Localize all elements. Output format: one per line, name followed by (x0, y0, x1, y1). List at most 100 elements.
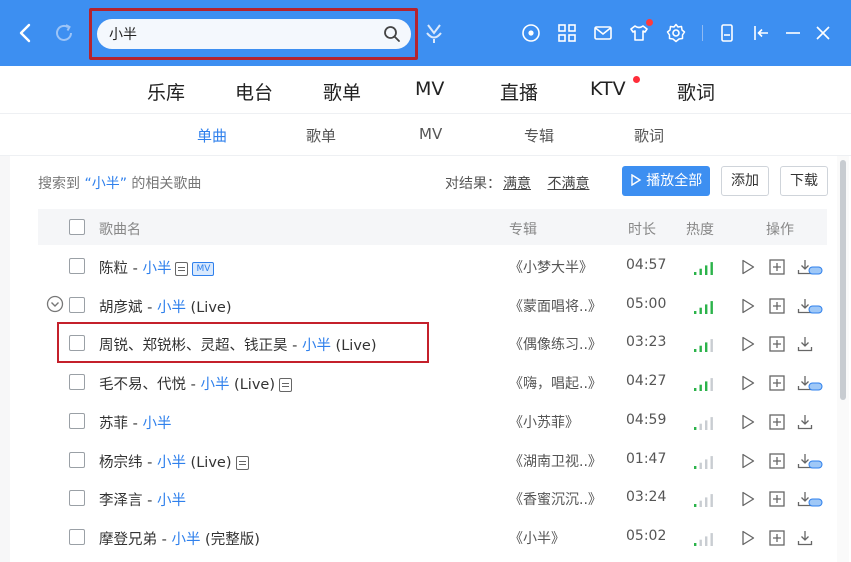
add-to-list-icon[interactable] (768, 413, 786, 431)
subtab-playlists[interactable]: 歌单 (306, 125, 336, 146)
feedback-satisfied-link[interactable]: 满意 (503, 176, 531, 192)
mini-mode-icon[interactable] (716, 22, 738, 44)
download-song-icon[interactable] (796, 374, 824, 392)
download-song-icon[interactable] (796, 529, 814, 547)
add-to-list-icon[interactable] (768, 490, 786, 508)
table-row[interactable]: 杨宗纬 - 小半 (Live) 《湖南卫视..》 01:47 (38, 441, 827, 480)
add-to-list-icon[interactable] (768, 335, 786, 353)
download-song-icon[interactable] (796, 490, 824, 508)
tab-library[interactable]: 乐库 (147, 78, 185, 105)
play-song-icon[interactable] (739, 490, 757, 508)
close-icon[interactable] (812, 22, 834, 44)
song-artist[interactable]: 摩登兄弟 (99, 532, 157, 548)
search-icon[interactable] (383, 25, 401, 43)
tab-ktv[interactable]: KTV (590, 78, 626, 100)
settings-gear-icon[interactable] (665, 22, 687, 44)
expand-versions-icon[interactable] (46, 295, 64, 313)
mail-icon[interactable] (592, 22, 614, 44)
header-duration[interactable]: 时长 (628, 219, 656, 239)
play-song-icon[interactable] (739, 297, 757, 315)
play-song-icon[interactable] (739, 335, 757, 353)
apps-grid-icon[interactable] (556, 22, 578, 44)
add-to-list-icon[interactable] (768, 374, 786, 392)
table-row[interactable]: 苏菲 - 小半 《小苏菲》 04:59 (38, 402, 827, 441)
download-song-icon[interactable] (796, 413, 814, 431)
table-row[interactable]: 李泽言 - 小半 《香蜜沉沉..》 03:24 (38, 479, 827, 518)
play-song-icon[interactable] (739, 413, 757, 431)
minimize-icon[interactable] (782, 22, 804, 44)
song-album[interactable]: 《偶像练习..》 (509, 334, 602, 354)
play-song-icon[interactable] (739, 452, 757, 470)
add-button[interactable]: 添加 (721, 166, 769, 196)
tab-playlists[interactable]: 歌单 (323, 78, 361, 105)
song-name[interactable]: 小半 (171, 532, 200, 548)
row-checkbox[interactable] (69, 490, 85, 507)
tab-live[interactable]: 直播 (500, 78, 538, 105)
song-name[interactable]: 小半 (157, 300, 186, 316)
row-checkbox[interactable] (69, 528, 85, 545)
download-song-icon[interactable] (796, 335, 814, 353)
song-name[interactable]: 小半 (157, 493, 186, 509)
tab-mv[interactable]: MV (415, 78, 444, 100)
subtab-albums[interactable]: 专辑 (524, 125, 554, 146)
song-artist[interactable]: 陈粒 (99, 261, 128, 277)
song-album[interactable]: 《嗨，唱起..》 (509, 373, 602, 393)
song-album[interactable]: 《小苏菲》 (509, 412, 579, 432)
download-button[interactable]: 下载 (780, 166, 828, 196)
song-artist[interactable]: 李泽言 (99, 493, 143, 509)
song-artist[interactable]: 胡彦斌 (99, 300, 143, 316)
song-title[interactable]: 陈粒 - 小半 MV (99, 257, 215, 278)
collapse-sidebar-icon[interactable] (750, 22, 772, 44)
row-checkbox[interactable] (69, 451, 85, 468)
row-checkbox[interactable] (69, 258, 85, 274)
radio-icon[interactable] (520, 22, 542, 44)
song-name[interactable]: 小半 (157, 455, 186, 471)
row-checkbox[interactable] (69, 296, 85, 313)
song-artist[interactable]: 杨宗纬 (99, 455, 143, 471)
mv-badge[interactable]: MV (192, 262, 215, 276)
play-all-button[interactable]: 播放全部 (622, 166, 710, 196)
search-box[interactable] (97, 19, 411, 49)
subtab-mv[interactable]: MV (419, 125, 442, 143)
add-to-list-icon[interactable] (768, 297, 786, 315)
subtab-lyrics[interactable]: 歌词 (634, 125, 664, 146)
refresh-icon[interactable] (52, 20, 76, 46)
table-row[interactable]: 陈粒 - 小半 MV 《小梦大半》 04:57 (38, 247, 827, 286)
scrollbar-thumb[interactable] (840, 160, 846, 400)
song-title[interactable]: 毛不易、代悦 - 小半 (Live) (99, 373, 292, 394)
header-album[interactable]: 专辑 (509, 219, 537, 239)
add-to-list-icon[interactable] (768, 258, 786, 276)
feedback-unsatisfied-link[interactable]: 不满意 (547, 176, 589, 192)
header-song-name[interactable]: 歌曲名 (99, 219, 141, 239)
song-album[interactable]: 《湖南卫视..》 (509, 451, 602, 471)
song-album[interactable]: 《香蜜沉沉..》 (509, 489, 602, 509)
song-title[interactable]: 李泽言 - 小半 (99, 489, 186, 510)
song-artist[interactable]: 毛不易、代悦 (99, 377, 186, 393)
play-song-icon[interactable] (739, 258, 757, 276)
song-artist[interactable]: 苏菲 (99, 416, 128, 432)
table-row[interactable]: 摩登兄弟 - 小半 (完整版) 《小半》 05:02 (38, 518, 827, 557)
play-song-icon[interactable] (739, 529, 757, 547)
voice-search-icon[interactable] (424, 22, 444, 44)
download-song-icon[interactable] (796, 452, 824, 470)
song-name[interactable]: 小半 (200, 377, 229, 393)
tab-lyrics[interactable]: 歌词 (677, 78, 715, 105)
song-name[interactable]: 小半 (142, 416, 171, 432)
back-icon[interactable] (14, 20, 38, 46)
add-to-list-icon[interactable] (768, 529, 786, 547)
song-album[interactable]: 《小半》 (509, 528, 565, 548)
song-album[interactable]: 《蒙面唱将..》 (509, 296, 602, 316)
tab-radio[interactable]: 电台 (235, 78, 273, 105)
table-row[interactable]: 胡彦斌 - 小半 (Live) 《蒙面唱将..》 05:00 (38, 286, 827, 325)
table-row[interactable]: 毛不易、代悦 - 小半 (Live) 《嗨，唱起..》 04:27 (38, 363, 827, 402)
subtab-songs[interactable]: 单曲 (197, 125, 227, 146)
play-song-icon[interactable] (739, 374, 757, 392)
song-title[interactable]: 摩登兄弟 - 小半 (完整版) (99, 528, 260, 549)
select-all-checkbox[interactable] (69, 219, 85, 235)
song-album[interactable]: 《小梦大半》 (509, 257, 593, 277)
song-name[interactable]: 小半 (142, 261, 171, 277)
row-checkbox[interactable] (69, 412, 85, 429)
song-title[interactable]: 胡彦斌 - 小半 (Live) (99, 296, 232, 317)
song-title[interactable]: 苏菲 - 小半 (99, 412, 171, 433)
add-to-list-icon[interactable] (768, 452, 786, 470)
